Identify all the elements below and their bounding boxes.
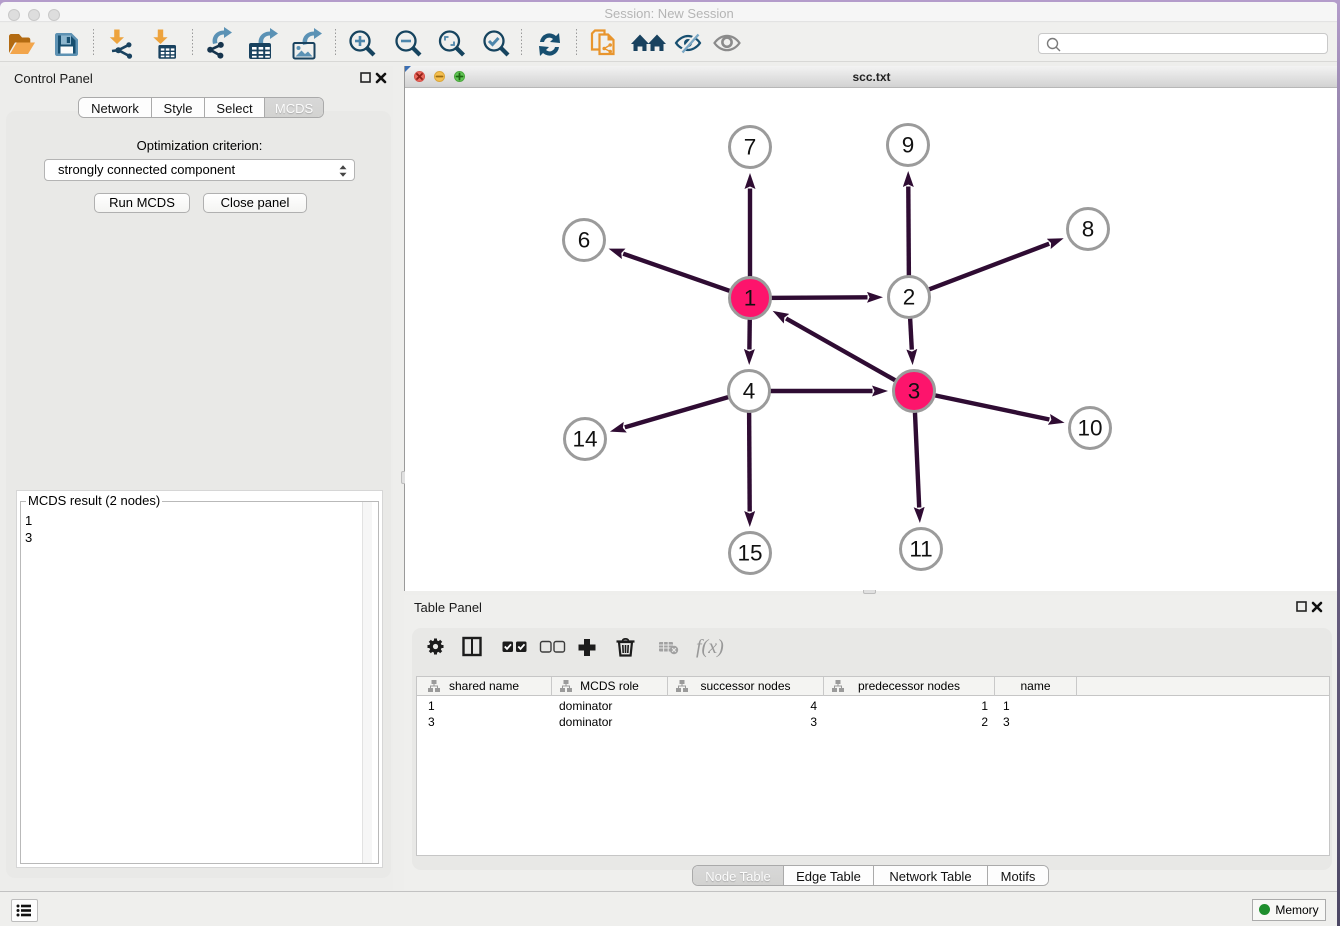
svg-text:14: 14	[572, 427, 597, 452]
svg-text:4: 4	[743, 379, 756, 404]
svg-text:f(x): f(x)	[696, 636, 724, 658]
svg-text:15: 15	[737, 541, 762, 566]
svg-text:1: 1	[744, 286, 757, 311]
svg-text:2: 2	[903, 285, 916, 310]
svg-text:7: 7	[744, 135, 757, 160]
svg-text:9: 9	[902, 133, 915, 158]
svg-text:8: 8	[1082, 217, 1095, 242]
svg-text:11: 11	[909, 537, 932, 562]
svg-text:3: 3	[908, 379, 921, 404]
svg-text:6: 6	[578, 228, 591, 253]
svg-text:10: 10	[1077, 416, 1102, 441]
